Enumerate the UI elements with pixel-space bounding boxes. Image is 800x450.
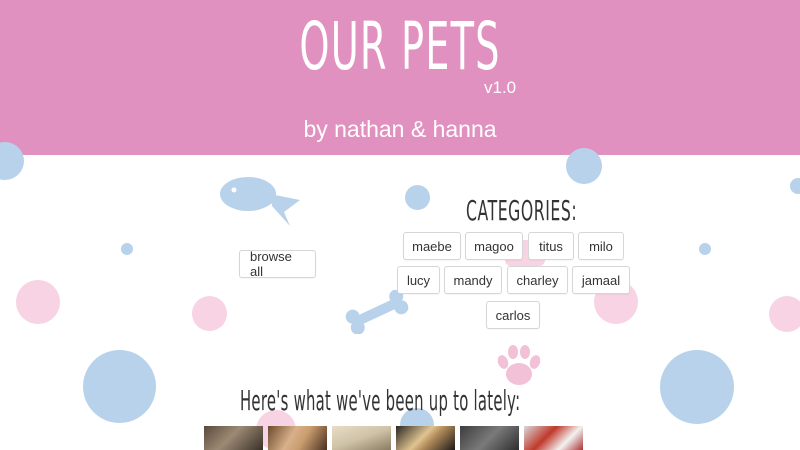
decor-dot bbox=[769, 296, 800, 332]
photo-thumbnail[interactable] bbox=[268, 426, 327, 450]
decor-dot bbox=[192, 296, 227, 331]
category-button-jamaal[interactable]: jamaal bbox=[572, 266, 630, 294]
decor-dot bbox=[790, 178, 800, 194]
photo-strip bbox=[204, 426, 583, 450]
recent-heading: Here's what we've been up to lately: bbox=[240, 384, 521, 417]
decor-dot bbox=[16, 280, 60, 324]
photo-thumbnail[interactable] bbox=[460, 426, 519, 450]
photo-thumbnail[interactable] bbox=[524, 426, 583, 450]
fish-icon bbox=[220, 177, 300, 226]
decor-dot bbox=[566, 148, 602, 184]
category-button-magoo[interactable]: magoo bbox=[465, 232, 523, 260]
decor-dot bbox=[83, 350, 156, 423]
site-header: OUR PETS v1.0 by nathan & hanna bbox=[0, 0, 800, 155]
photo-thumbnail[interactable] bbox=[332, 426, 391, 450]
category-button-milo[interactable]: milo bbox=[578, 232, 624, 260]
photo-thumbnail[interactable] bbox=[396, 426, 455, 450]
bone-icon bbox=[345, 290, 409, 334]
browse-all-button[interactable]: browse all bbox=[239, 249, 316, 279]
decor-dot bbox=[121, 243, 133, 255]
decor-dot bbox=[660, 350, 734, 424]
category-button-maebe[interactable]: maebe bbox=[403, 232, 461, 260]
category-button-titus[interactable]: titus bbox=[528, 232, 574, 260]
version-label: v1.0 bbox=[484, 78, 517, 97]
category-button-charley[interactable]: charley bbox=[507, 266, 568, 294]
categories-heading: CATEGORIES: bbox=[466, 194, 578, 227]
decor-dot bbox=[699, 243, 711, 255]
category-button-lucy[interactable]: lucy bbox=[397, 266, 440, 294]
byline: by nathan & hanna bbox=[303, 116, 497, 142]
paw-icon bbox=[497, 345, 541, 385]
decor-dot bbox=[405, 185, 430, 210]
site-title: OUR PETS bbox=[299, 8, 501, 85]
category-button-mandy[interactable]: mandy bbox=[444, 266, 502, 294]
category-button-carlos[interactable]: carlos bbox=[486, 301, 540, 329]
photo-thumbnail[interactable] bbox=[204, 426, 263, 450]
